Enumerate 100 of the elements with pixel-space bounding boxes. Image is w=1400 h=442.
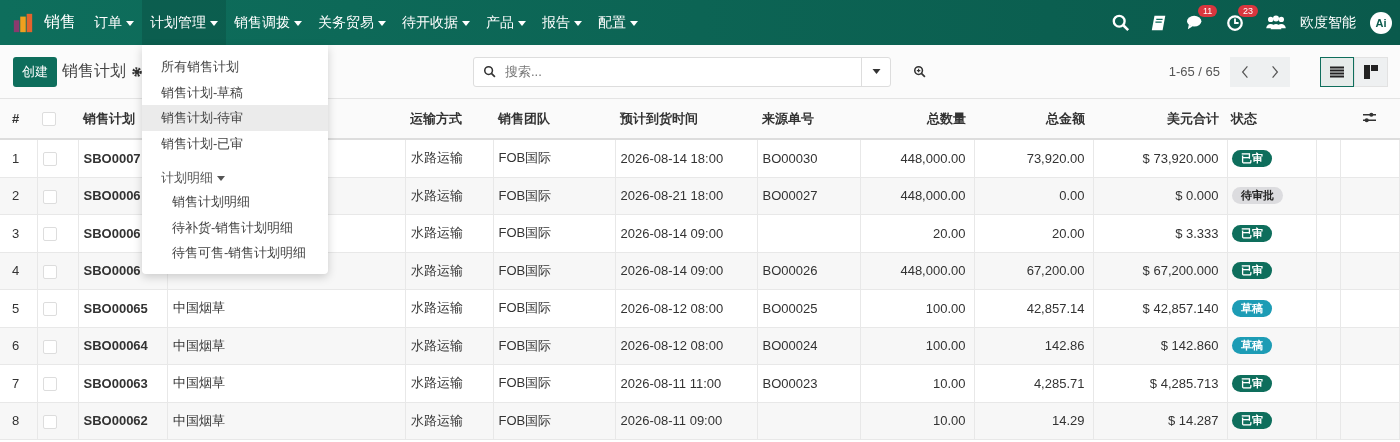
table-cell: SBO00063 xyxy=(78,364,167,402)
row-checkbox[interactable] xyxy=(42,302,57,317)
nav-menu[interactable]: 关务贸易 xyxy=(310,0,394,45)
company-name[interactable]: 欧度智能 xyxy=(1300,13,1356,32)
nav-menu[interactable]: 配置 xyxy=(590,0,646,45)
caret-icon xyxy=(871,69,881,74)
column-header: # xyxy=(0,99,37,139)
app-name[interactable]: 销售 xyxy=(44,12,76,33)
table-cell: FOB国际 xyxy=(493,139,615,177)
row-number: 3 xyxy=(0,214,37,252)
zoom-in-icon[interactable] xyxy=(913,64,927,79)
status-badge: 草稿 xyxy=(1231,299,1272,317)
row-checkbox[interactable] xyxy=(42,189,57,204)
row-number: 5 xyxy=(0,289,37,327)
caret-icon xyxy=(462,20,470,26)
book-icon[interactable] xyxy=(1150,13,1168,32)
nav-menu[interactable]: 订单 xyxy=(86,0,142,45)
row-checkbox[interactable] xyxy=(42,227,57,242)
column-settings-icon[interactable] xyxy=(1362,110,1378,124)
users-icon[interactable] xyxy=(1266,14,1286,31)
table-cell: 2026-08-21 18:00 xyxy=(615,177,757,215)
table-cell: 水路运输 xyxy=(405,214,493,252)
status-badge: 已审 xyxy=(1231,412,1272,430)
table-cell: $ 67,200.000 xyxy=(1093,252,1227,290)
select-all-checkbox[interactable] xyxy=(42,112,56,127)
table-cell: 水路运输 xyxy=(405,139,493,177)
table-cell: 2026-08-14 09:00 xyxy=(615,214,757,252)
menu-item[interactable]: 销售计划-待审 xyxy=(142,105,328,131)
nav-menu[interactable]: 计划管理 xyxy=(142,0,226,45)
nav-menu[interactable]: 产品 xyxy=(478,0,534,45)
table-cell: 10.00 xyxy=(860,402,974,440)
table-cell: FOB国际 xyxy=(493,364,615,402)
table-cell: BO00023 xyxy=(762,375,818,391)
bar-chart-logo-icon xyxy=(12,11,34,34)
table-cell: 73,920.00 xyxy=(974,139,1093,177)
caret-icon xyxy=(210,20,218,26)
table-cell: 100.00 xyxy=(860,289,974,327)
table-cell: 水路运输 xyxy=(405,327,493,365)
table-cell: 448,000.00 xyxy=(860,252,974,290)
table-cell: BO00024 xyxy=(762,338,818,354)
column-header[interactable]: 总金额 xyxy=(974,99,1093,139)
caret-icon xyxy=(518,20,526,26)
caret-icon xyxy=(378,20,386,26)
search-field[interactable]: 搜索... xyxy=(503,63,861,80)
table-cell: FOB国际 xyxy=(493,252,615,290)
table-cell: 2026-08-12 08:00 xyxy=(615,327,757,365)
nav-menu[interactable]: 报告 xyxy=(534,0,590,45)
table-cell: 水路运输 xyxy=(405,364,493,402)
table-cell: 中国烟草 xyxy=(172,412,225,428)
caret-icon xyxy=(217,176,225,182)
status-badge: 待审批 xyxy=(1231,187,1283,205)
caret-icon xyxy=(574,20,582,26)
table-cell: $ 142.860 xyxy=(1093,327,1227,365)
table-cell: $ 42,857.140 xyxy=(1093,289,1227,327)
table-cell: FOB国际 xyxy=(493,289,615,327)
caret-icon xyxy=(126,20,134,26)
row-checkbox[interactable] xyxy=(42,152,57,167)
menu-item[interactable]: 所有销售计划 xyxy=(142,54,328,80)
kanban-view-button[interactable] xyxy=(1354,56,1388,87)
nav-menu[interactable]: 待开收据 xyxy=(394,0,478,45)
row-checkbox[interactable] xyxy=(42,377,57,392)
table-cell: 水路运输 xyxy=(405,252,493,290)
clock-icon[interactable] xyxy=(1226,13,1244,32)
table-cell: $ 14.287 xyxy=(1093,402,1227,440)
row-checkbox[interactable] xyxy=(42,414,57,429)
column-header[interactable]: 销售团队 xyxy=(493,99,615,139)
row-checkbox[interactable] xyxy=(42,264,57,279)
table-cell: BO00027 xyxy=(762,188,818,204)
status-badge: 草稿 xyxy=(1231,337,1272,355)
gear-icon[interactable] xyxy=(131,65,143,78)
table-cell: 水路运输 xyxy=(405,289,493,327)
nav-menu[interactable]: 销售调拨 xyxy=(226,0,310,45)
table-cell: 142.86 xyxy=(974,327,1093,365)
search-icon[interactable] xyxy=(1112,13,1130,32)
column-header[interactable]: 状态 xyxy=(1227,99,1316,139)
table-cell: 水路运输 xyxy=(405,402,493,440)
message-count: 11 xyxy=(1198,4,1218,17)
create-button[interactable]: 创建 xyxy=(13,56,57,87)
table-cell: 14.29 xyxy=(974,402,1093,440)
table-cell: FOB国际 xyxy=(493,214,615,252)
table-cell: 中国烟草 xyxy=(172,337,225,353)
caret-icon xyxy=(630,20,638,26)
row-number: 8 xyxy=(0,402,37,440)
column-header[interactable]: 预计到货时间 xyxy=(615,99,757,139)
list-view-button[interactable] xyxy=(1320,56,1354,87)
table-cell: SBO00062 xyxy=(78,402,167,440)
pager-text: 1-65 / 65 xyxy=(1168,64,1220,79)
column-header[interactable]: 运输方式 xyxy=(405,99,493,139)
column-header[interactable]: 来源单号 xyxy=(757,99,860,139)
kanban-icon xyxy=(1364,64,1378,79)
list-icon xyxy=(1330,65,1344,78)
row-checkbox[interactable] xyxy=(42,339,57,354)
search-bar[interactable]: 搜索... xyxy=(473,56,891,87)
table-cell: $ 0.000 xyxy=(1093,177,1227,215)
column-header[interactable]: 总数量 xyxy=(860,99,974,139)
column-header[interactable]: 美元合计 xyxy=(1093,99,1227,139)
table-cell: 2026-08-14 18:00 xyxy=(615,139,757,177)
user-avatar[interactable]: Ai xyxy=(1370,11,1392,34)
table-cell: 2026-08-11 09:00 xyxy=(615,402,757,440)
table-cell: $ 73,920.000 xyxy=(1093,139,1227,177)
